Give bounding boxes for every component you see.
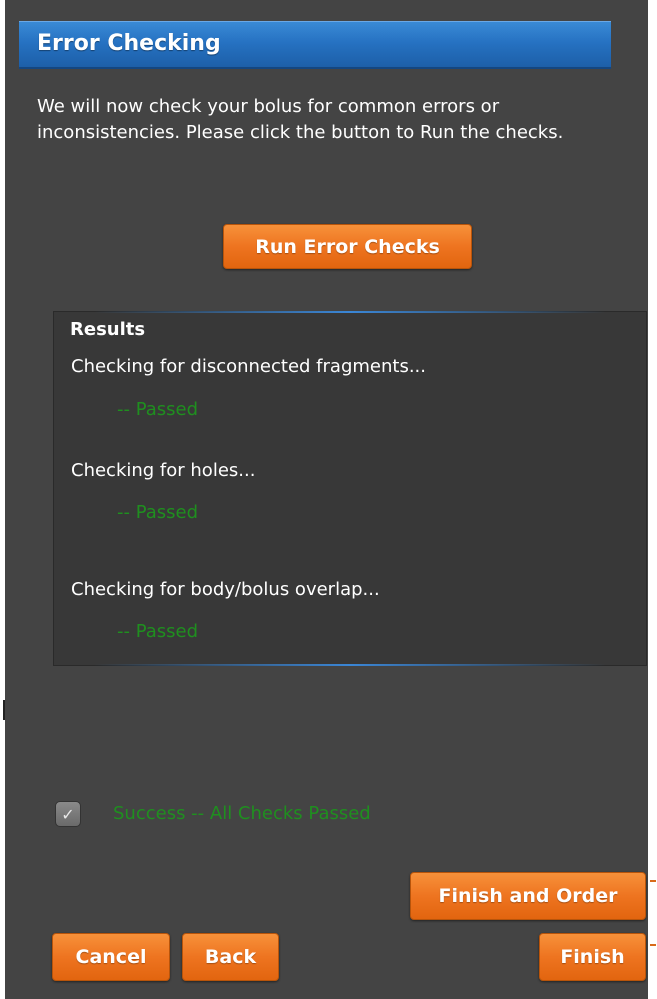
cancel-button[interactable]: Cancel bbox=[52, 933, 170, 981]
finish-button[interactable]: Finish bbox=[539, 933, 646, 981]
check-label-overlap: Checking for body/bolus overlap... bbox=[71, 579, 380, 600]
check-label-fragments: Checking for disconnected fragments... bbox=[71, 356, 426, 377]
checkmark-icon: ✓ bbox=[61, 804, 75, 824]
run-error-checks-button[interactable]: Run Error Checks bbox=[223, 224, 472, 269]
success-label: Success -- All Checks Passed bbox=[113, 803, 371, 824]
check-label-holes: Checking for holes... bbox=[71, 460, 256, 481]
results-title: Results bbox=[70, 319, 146, 340]
results-box: Results Checking for disconnected fragme… bbox=[53, 311, 647, 666]
check-status-overlap: -- Passed bbox=[117, 621, 199, 642]
intro-text: We will now check your bolus for common … bbox=[37, 96, 564, 143]
side-marker bbox=[650, 944, 656, 946]
section-header: Error Checking bbox=[19, 21, 611, 69]
check-status-holes: -- Passed bbox=[117, 502, 199, 523]
finish-and-order-button[interactable]: Finish and Order bbox=[410, 872, 646, 920]
success-checkbox[interactable]: ✓ bbox=[55, 801, 81, 827]
back-button[interactable]: Back bbox=[182, 933, 279, 981]
check-status-fragments: -- Passed bbox=[117, 399, 199, 420]
side-marker bbox=[650, 880, 656, 882]
section-title: Error Checking bbox=[37, 31, 221, 56]
